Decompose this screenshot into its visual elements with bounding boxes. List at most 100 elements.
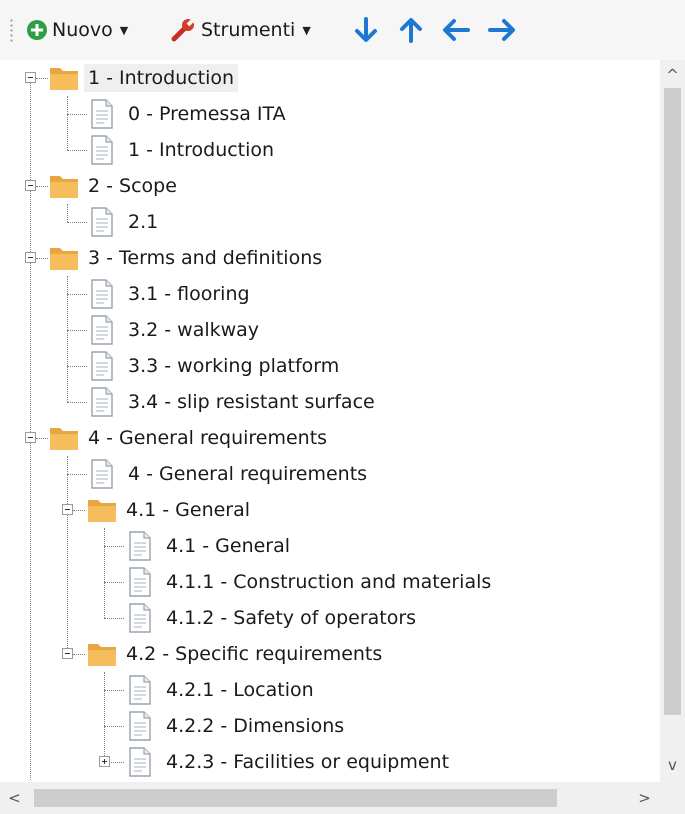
plus-circle-icon — [26, 19, 48, 41]
tree-connector-line — [67, 150, 87, 151]
tree-document-node[interactable]: 3.3 - working platform — [0, 348, 660, 384]
document-icon — [128, 675, 158, 705]
tree-node-label[interactable]: 4.2.2 - Dimensions — [162, 712, 348, 740]
tree-node-label[interactable]: 4.1.1 - Construction and materials — [162, 568, 495, 596]
tree-folder-node[interactable]: 1 - Introduction — [0, 60, 660, 96]
new-label: Nuovo — [52, 19, 113, 41]
collapse-icon[interactable] — [25, 432, 36, 443]
wrench-icon — [171, 17, 197, 43]
tree-node-label[interactable]: 2.1 — [124, 208, 162, 236]
move-down-button[interactable] — [352, 0, 380, 60]
folder-icon — [48, 243, 78, 273]
tree-document-node[interactable]: 3.2 - walkway — [0, 312, 660, 348]
tree-connector-line — [36, 186, 48, 187]
move-up-button[interactable] — [397, 0, 425, 60]
tree-connector-line — [67, 222, 87, 223]
tree-node-label[interactable]: 4.1 - General — [162, 532, 294, 560]
folder-icon — [48, 423, 78, 453]
tree-document-node[interactable]: 4.2.1 - Location — [0, 672, 660, 708]
tools-label: Strumenti — [201, 19, 296, 41]
tree-connector-line — [104, 726, 124, 727]
horizontal-scrollbar[interactable]: < > — [0, 782, 660, 814]
scroll-left-arrow[interactable]: < — [2, 787, 27, 809]
tree-connector-line — [67, 114, 87, 115]
toolbar: Nuovo ▼ Strumenti ▼ — [0, 0, 685, 61]
tree-document-node[interactable]: 4.2.2 - Dimensions — [0, 708, 660, 744]
tree-document-node[interactable]: 4.1.1 - Construction and materials — [0, 564, 660, 600]
collapse-icon[interactable] — [25, 72, 36, 83]
horizontal-scroll-thumb[interactable] — [34, 789, 557, 807]
expand-icon[interactable] — [99, 756, 110, 767]
tree-node-label[interactable]: 3.3 - working platform — [124, 352, 343, 380]
tree-node-label[interactable]: 4 - General requirements — [124, 460, 371, 488]
tree-document-node[interactable]: 4.1 - General — [0, 528, 660, 564]
tree-connector-line — [67, 402, 87, 403]
document-icon — [90, 99, 120, 129]
tree-document-node[interactable]: 0 - Premessa ITA — [0, 96, 660, 132]
document-icon — [90, 315, 120, 345]
document-icon — [128, 531, 158, 561]
tree-connector-line — [36, 438, 48, 439]
document-icon — [90, 459, 120, 489]
tree-node-label[interactable]: 1 - Introduction — [84, 64, 239, 92]
tools-button[interactable]: Strumenti ▼ — [171, 0, 311, 60]
collapse-icon[interactable] — [25, 180, 36, 191]
document-icon — [128, 567, 158, 597]
tree-connector-line — [67, 366, 87, 367]
tree-view[interactable]: 1 - Introduction 0 - Premessa ITA 1 - Intr… — [0, 60, 685, 814]
vertical-scrollbar[interactable]: ^ v — [660, 60, 685, 782]
tree-document-node[interactable]: 4 - General requirements — [0, 456, 660, 492]
tree-node-label[interactable]: 4.2 - Specific requirements — [122, 640, 386, 668]
tree-document-node[interactable]: 3.4 - slip resistant surface — [0, 384, 660, 420]
collapse-icon[interactable] — [62, 504, 73, 515]
tree-node-label[interactable]: 4.2.3 - Facilities or equipment — [162, 748, 453, 776]
toolbar-grip[interactable] — [10, 18, 13, 44]
tree-document-node[interactable]: 4.2.3 - Facilities or equipment — [0, 744, 660, 780]
tree-node-label[interactable]: 0 - Premessa ITA — [124, 100, 290, 128]
tree-connector-line — [104, 582, 124, 583]
scroll-right-arrow[interactable]: > — [632, 787, 657, 809]
tree-document-node[interactable]: 4.1.2 - Safety of operators — [0, 600, 660, 636]
tree-node-label[interactable]: 3.1 - flooring — [124, 280, 254, 308]
tree-node-label[interactable]: 3.4 - slip resistant surface — [124, 388, 379, 416]
tree-connector-line — [104, 546, 124, 547]
tree-node-label[interactable]: 3.2 - walkway — [124, 316, 263, 344]
collapse-icon[interactable] — [25, 252, 36, 263]
chevron-down-icon: ▼ — [302, 23, 311, 37]
folder-icon — [48, 171, 78, 201]
scroll-down-arrow[interactable]: v — [660, 754, 685, 776]
move-right-button[interactable] — [487, 0, 517, 60]
document-icon — [90, 135, 120, 165]
tree-folder-node[interactable]: 4.2 - Specific requirements — [0, 636, 660, 672]
tree-folder-node[interactable]: 2 - Scope — [0, 168, 660, 204]
tree-folder-node[interactable]: 4.1 - General — [0, 492, 660, 528]
collapse-icon[interactable] — [62, 648, 73, 659]
document-icon — [128, 603, 158, 633]
folder-icon — [86, 639, 116, 669]
tree-document-node[interactable]: 3.1 - flooring — [0, 276, 660, 312]
scroll-up-arrow[interactable]: ^ — [660, 64, 685, 86]
tree-node-label[interactable]: 1 - Introduction — [124, 136, 278, 164]
tree-connector-line — [104, 618, 124, 619]
tree-connector-line — [36, 78, 48, 79]
arrow-down-icon — [352, 16, 380, 44]
tree-folder-node[interactable]: 4 - General requirements — [0, 420, 660, 456]
chevron-down-icon: ▼ — [119, 23, 129, 37]
tree-node-label[interactable]: 4.2.1 - Location — [162, 676, 318, 704]
tree-node-label[interactable]: 2 - Scope — [84, 172, 181, 200]
scrollbar-corner — [660, 782, 685, 814]
document-icon — [128, 747, 158, 777]
document-icon — [90, 279, 120, 309]
tree-document-node[interactable]: 1 - Introduction — [0, 132, 660, 168]
tree-document-node[interactable]: 2.1 — [0, 204, 660, 240]
tree-node-label[interactable]: 4.1 - General — [122, 496, 254, 524]
tree-folder-node[interactable]: 3 - Terms and definitions — [0, 240, 660, 276]
vertical-scroll-thumb[interactable] — [664, 88, 681, 715]
tree-node-label[interactable]: 3 - Terms and definitions — [84, 244, 326, 272]
move-left-button[interactable] — [441, 0, 471, 60]
tree-node-label[interactable]: 4.1.2 - Safety of operators — [162, 604, 420, 632]
tree-connector-line — [67, 474, 87, 475]
tree-node-label[interactable]: 4 - General requirements — [84, 424, 331, 452]
new-button[interactable]: Nuovo ▼ — [26, 0, 128, 60]
arrow-up-icon — [397, 16, 425, 44]
